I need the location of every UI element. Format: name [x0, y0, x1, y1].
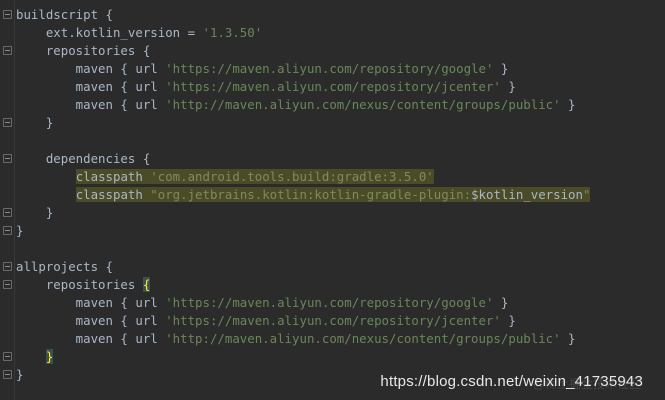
fold-collapse-icon[interactable]	[3, 352, 12, 361]
code-token: }	[560, 331, 576, 346]
code-token: }	[493, 61, 509, 76]
code-token: }	[500, 313, 516, 328]
code-token: }	[500, 79, 516, 94]
code-token: 'https://maven.aliyun.com/repository/jce…	[165, 313, 501, 328]
code-line[interactable]: }	[16, 348, 54, 366]
code-line[interactable]: }	[16, 204, 53, 222]
code-token: 'https://maven.aliyun.com/repository/goo…	[165, 61, 494, 76]
code-token: allprojects {	[16, 259, 113, 274]
code-line[interactable]: maven { url 'https://maven.aliyun.com/re…	[16, 312, 516, 330]
code-line[interactable]: }	[16, 366, 23, 384]
code-token: maven { url	[16, 331, 166, 346]
code-token: {	[142, 277, 151, 292]
code-editor[interactable]: buildscript { ext.kotlin_version = '1.3.…	[0, 0, 665, 400]
code-line[interactable]: }	[16, 114, 53, 132]
fold-expand-icon[interactable]	[3, 262, 12, 271]
code-token: "	[582, 187, 591, 202]
watermark-url: https://blog.csdn.net/weixin_41735943	[380, 373, 643, 390]
code-line[interactable]: ext.kotlin_version = '1.3.50'	[16, 24, 262, 42]
code-token: 'com.android.tools.build:gradle:3.5.0'	[150, 169, 434, 184]
code-token: ext.kotlin_version =	[16, 25, 203, 40]
code-line[interactable]: repositories {	[16, 276, 151, 294]
code-line[interactable]: buildscript {	[16, 6, 113, 24]
code-token: 'http://maven.aliyun.com/nexus/content/g…	[165, 331, 561, 346]
code-token: repositories {	[16, 43, 151, 58]
fold-expand-icon[interactable]	[3, 46, 12, 55]
fold-collapse-icon[interactable]	[3, 208, 12, 217]
fold-collapse-icon[interactable]	[3, 370, 12, 379]
code-token: maven { url	[16, 97, 166, 112]
code-token: classpath	[75, 187, 151, 202]
fold-collapse-icon[interactable]	[3, 226, 12, 235]
code-token: 'https://maven.aliyun.com/repository/goo…	[165, 295, 494, 310]
code-line[interactable]: maven { url 'https://maven.aliyun.com/re…	[16, 60, 509, 78]
code-token: 'https://maven.aliyun.com/repository/jce…	[165, 79, 501, 94]
code-token: maven { url	[16, 295, 166, 310]
code-line[interactable]: dependencies {	[16, 150, 150, 168]
code-token: }	[45, 349, 54, 364]
code-token: 'http://maven.aliyun.com/nexus/content/g…	[165, 97, 561, 112]
code-token: maven { url	[16, 79, 166, 94]
code-line[interactable]: repositories {	[16, 42, 150, 60]
code-token: dependencies {	[16, 151, 151, 166]
code-token: buildscript {	[16, 7, 113, 22]
code-line[interactable]: maven { url 'http://maven.aliyun.com/nex…	[16, 96, 576, 114]
code-token: "org.jetbrains.kotlin:kotlin-gradle-plug…	[150, 187, 472, 202]
code-token: maven { url	[16, 61, 166, 76]
fold-expand-icon[interactable]	[3, 154, 12, 163]
code-token: }	[16, 205, 54, 220]
code-token: classpath	[75, 169, 151, 184]
code-line[interactable]: classpath "org.jetbrains.kotlin:kotlin-g…	[16, 186, 591, 204]
code-token: '1.3.50'	[202, 25, 263, 40]
fold-expand-icon[interactable]	[3, 10, 12, 19]
code-token: maven { url	[16, 313, 166, 328]
code-line[interactable]: maven { url 'https://maven.aliyun.com/re…	[16, 78, 516, 96]
code-token: }	[16, 223, 24, 238]
code-line[interactable]: classpath 'com.android.tools.build:gradl…	[16, 168, 434, 186]
code-token: }	[560, 97, 576, 112]
code-token: }	[16, 115, 54, 130]
code-token: }	[493, 295, 509, 310]
gutter-divider	[14, 0, 15, 400]
code-line[interactable]: maven { url 'https://maven.aliyun.com/re…	[16, 294, 509, 312]
code-token: repositories	[16, 277, 143, 292]
code-line[interactable]: }	[16, 222, 23, 240]
editor-gutter	[0, 0, 14, 400]
code-line[interactable]: allprojects {	[16, 258, 113, 276]
code-line[interactable]: maven { url 'http://maven.aliyun.com/nex…	[16, 330, 576, 348]
fold-expand-icon[interactable]	[3, 280, 12, 289]
code-token: $kotlin_version	[471, 187, 583, 202]
code-token: }	[16, 367, 24, 382]
fold-collapse-icon[interactable]	[3, 118, 12, 127]
